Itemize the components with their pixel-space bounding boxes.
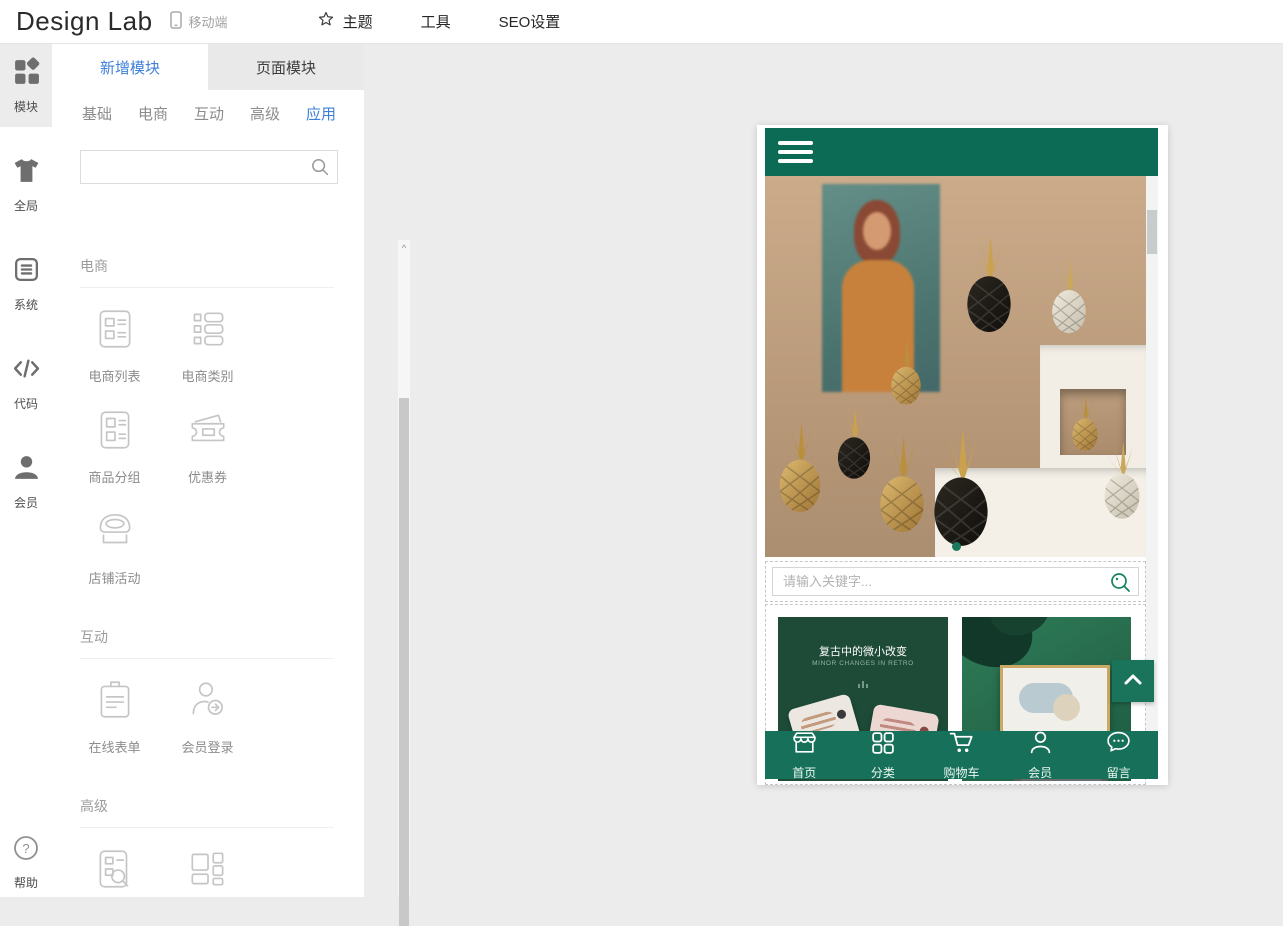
module-search-input[interactable] <box>81 151 337 183</box>
preview-scrollbar <box>1146 176 1158 731</box>
coupon-icon <box>185 407 231 458</box>
rail-item-modules[interactable]: 模块 <box>0 44 52 127</box>
search-icon <box>310 157 330 182</box>
mobile-preview: 复古中的微小改变 MINOR CHANGES IN RETRO 首页 <box>757 125 1168 785</box>
top-bar: Design Lab 移动端 主题 工具 SEO设置 <box>0 0 1283 44</box>
module-search[interactable]: 搜索 <box>68 846 161 897</box>
panel-scrollbar: ^ <box>398 240 410 897</box>
preview-header <box>765 128 1158 176</box>
module-list: 电商 电商列表 电商类别 商品分组 优惠券 店铺活动 <box>52 240 346 897</box>
category-interactive[interactable]: 互动 <box>194 103 224 124</box>
module-shop-activity[interactable]: 店铺活动 <box>68 508 161 587</box>
search-module-icon <box>92 846 138 897</box>
hamburger-menu-icon[interactable] <box>778 141 813 168</box>
rail-item-code[interactable]: 代码 <box>0 341 52 424</box>
module-grid: 电商列表 电商类别 商品分组 优惠券 店铺活动 <box>52 288 346 611</box>
storefront-icon <box>791 729 818 761</box>
module-ecom-list[interactable]: 电商列表 <box>68 306 161 385</box>
cart-icon <box>948 729 975 761</box>
module-cube-nav[interactable]: 魔方导航 <box>161 846 254 897</box>
rail-item-global[interactable]: 全局 <box>0 143 52 226</box>
pineapple-figurine <box>1045 238 1093 354</box>
tab-page-module[interactable]: 页面模块 <box>208 44 364 90</box>
nav-category[interactable]: 分类 <box>844 731 923 779</box>
left-rail: 模块 全局 系统 代码 会员 ? 帮助 <box>0 44 52 897</box>
online-form-icon <box>92 677 138 728</box>
tab-add-module[interactable]: 新增模块 <box>52 44 208 90</box>
promo-title: 复古中的微小改变 <box>778 643 948 659</box>
rail-item-help[interactable]: ? 帮助 <box>0 833 52 891</box>
category-basic[interactable]: 基础 <box>82 103 112 124</box>
nav-cart[interactable]: 购物车 <box>922 731 1001 779</box>
pineapple-figurine <box>771 392 829 542</box>
scrollbar-thumb[interactable] <box>399 398 409 926</box>
help-question-icon: ? <box>11 833 41 868</box>
category-app[interactable]: 应用 <box>306 103 336 124</box>
module-panel: 新增模块 页面模块 基础 电商 互动 高级 应用 电商 电商列表 电商类别 <box>52 44 364 897</box>
category-ecommerce[interactable]: 电商 <box>138 103 168 124</box>
app-logo: Design Lab <box>16 6 153 37</box>
promo-subtitle: MINOR CHANGES IN RETRO <box>778 660 948 667</box>
green-search-icon <box>1109 571 1132 599</box>
nav-home[interactable]: 首页 <box>765 731 844 779</box>
search-module[interactable] <box>765 561 1146 602</box>
device-label: 移动端 <box>189 12 228 31</box>
shop-activity-icon <box>92 508 138 559</box>
module-grid: 搜索 魔方导航 在线视频 文件下载 在线地图 <box>52 828 346 897</box>
preview-scrollbar-thumb[interactable] <box>1147 210 1157 254</box>
ecom-category-icon <box>185 306 231 357</box>
pineapple-figurine <box>923 416 999 557</box>
code-icon <box>12 354 41 388</box>
cube-nav-icon <box>185 846 231 897</box>
device-indicator: 移动端 <box>167 10 228 33</box>
nav-message[interactable]: 留言 <box>1079 731 1158 779</box>
menu-seo[interactable]: SEO设置 <box>499 11 561 32</box>
ecom-list-icon <box>92 306 138 357</box>
pineapple-figurine <box>885 320 927 424</box>
module-ecom-category[interactable]: 电商类别 <box>161 306 254 385</box>
member-login-icon <box>185 677 231 728</box>
modules-grid-icon <box>12 57 41 91</box>
module-search-box <box>80 150 338 184</box>
speech-bubble-icon <box>1105 729 1132 761</box>
bottom-nav: 首页 分类 购物车 会员 留言 <box>765 731 1158 779</box>
scrollbar-up-arrow[interactable]: ^ <box>398 240 410 256</box>
section-title: 高级 <box>80 780 334 828</box>
person-icon <box>12 453 41 487</box>
section-title: 互动 <box>80 611 334 659</box>
system-list-icon <box>12 255 41 289</box>
panel-tabs: 新增模块 页面模块 <box>52 44 364 90</box>
person-outline-icon <box>1027 729 1054 761</box>
rail-item-member[interactable]: 会员 <box>0 440 52 523</box>
keyword-search-box <box>772 567 1139 596</box>
hero-banner[interactable] <box>765 176 1146 557</box>
pineapple-figurine <box>1097 426 1146 534</box>
product-group-icon <box>92 407 138 458</box>
theme-star-icon <box>316 10 336 34</box>
equalizer-mark-icon <box>857 675 869 693</box>
keyword-search-input[interactable] <box>773 568 1138 595</box>
section-title: 电商 <box>80 240 334 288</box>
module-member-login[interactable]: 会员登录 <box>161 677 254 756</box>
svg-text:?: ? <box>22 841 29 856</box>
menu-theme[interactable]: 主题 <box>316 10 373 34</box>
pineapple-figurine <box>958 214 1020 354</box>
mobile-phone-icon <box>167 10 185 33</box>
rail-item-system[interactable]: 系统 <box>0 242 52 325</box>
tshirt-icon <box>12 156 41 190</box>
module-online-form[interactable]: 在线表单 <box>68 677 161 756</box>
category-tabs: 基础 电商 互动 高级 应用 <box>52 90 364 136</box>
nav-member[interactable]: 会员 <box>1001 731 1080 779</box>
grid-icon <box>869 729 896 761</box>
chevron-up-icon <box>1119 665 1147 698</box>
module-grid: 在线表单 会员登录 <box>52 659 346 780</box>
category-advanced[interactable]: 高级 <box>250 103 280 124</box>
carousel-dot[interactable] <box>952 542 961 551</box>
top-menu: 主题 工具 SEO设置 <box>316 10 561 34</box>
module-coupon[interactable]: 优惠券 <box>161 407 254 486</box>
module-product-group[interactable]: 商品分组 <box>68 407 161 486</box>
menu-tools[interactable]: 工具 <box>421 11 451 32</box>
scroll-to-top-button[interactable] <box>1112 660 1154 702</box>
